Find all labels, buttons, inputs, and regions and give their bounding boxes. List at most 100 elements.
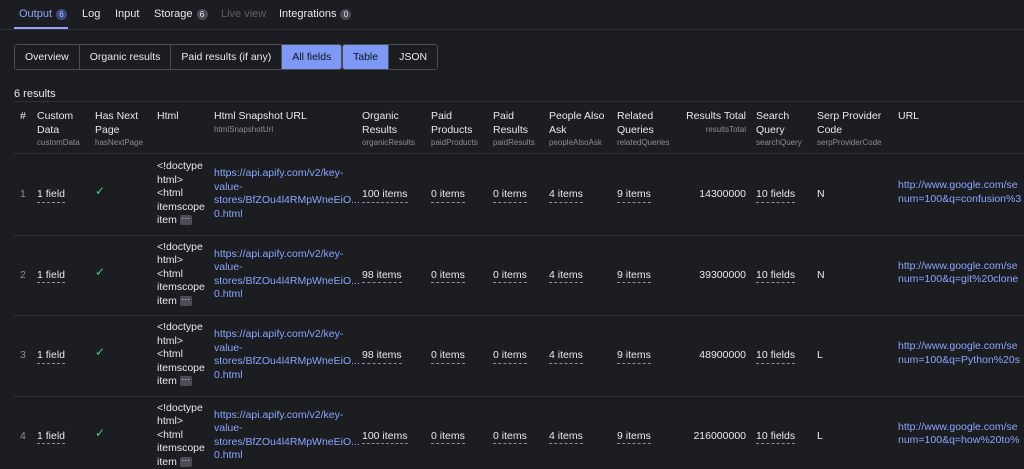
column-header-label: Code <box>817 124 842 136</box>
results-total-value: 48900000 <box>0 349 746 363</box>
results-count: 6 results <box>14 88 56 100</box>
view-selector: OverviewOrganic resultsPaid results (if … <box>14 44 342 70</box>
html-preview-line: itemscope <box>157 281 205 293</box>
row-divider <box>14 235 1024 236</box>
serp-provider-code-value: N <box>817 188 825 202</box>
url-link-line: http://www.google.com/se <box>898 179 1018 191</box>
column-header-field-name: hasNextPage <box>95 138 143 147</box>
html-preview-line: item <box>157 295 177 307</box>
column-header-field-name: paidResults <box>493 138 535 147</box>
tab-live-view: Live view <box>221 8 266 20</box>
table-divider <box>14 153 1024 154</box>
url-link[interactable]: http://www.google.com/se num=100&q=Python… <box>898 340 1024 367</box>
view-button-table[interactable]: Table <box>343 45 389 69</box>
url-link-line: num=100&q=how%20to% <box>898 434 1019 446</box>
html-preview-line: itemscope <box>157 442 205 454</box>
html-snapshot-link-line: 0.html <box>214 369 243 381</box>
html-preview-line: item <box>157 375 177 387</box>
url-link[interactable]: http://www.google.com/senum=100&q=git%20… <box>898 260 1024 287</box>
html-snapshot-link-line: 0.html <box>214 208 243 220</box>
html-preview-line: itemscope <box>157 201 205 213</box>
serp-provider-code-value: L <box>817 349 823 363</box>
html-preview-line: html> <box>157 174 183 186</box>
url-link-line: http://www.google.com/se <box>898 260 1018 272</box>
column-header-field-name: customData <box>37 138 80 147</box>
column-header-label: Query <box>756 124 785 136</box>
searchQuery-value[interactable]: 10 fields <box>756 269 795 284</box>
url-link-line: num=100&q=confusion%3 <box>898 193 1021 205</box>
column-header-searchQuery[interactable]: Search Query <box>756 110 789 137</box>
url-link[interactable]: http://www.google.com/se num=100&q=confus… <box>898 179 1024 206</box>
view-button-paid-results-if-any[interactable]: Paid results (if any) <box>171 45 282 69</box>
html-preview-line: <!doctype <box>157 321 203 333</box>
html-snapshot-link-line: 0.html <box>214 449 243 461</box>
view-button-json[interactable]: JSON <box>389 45 437 69</box>
tab-integrations[interactable]: Integrations0 <box>279 8 351 20</box>
html-snapshot-link-line: https://api.apify.com/v2/key- <box>214 328 343 340</box>
html-preview-line: <!doctype <box>157 160 203 172</box>
column-header-field-name: peopleAlsoAsk <box>549 138 602 147</box>
column-header-field-name: searchQuery <box>756 138 802 147</box>
url-link-line: num=100&q=Python%20s <box>898 354 1020 366</box>
tab-label: Integrations <box>279 8 336 20</box>
html-preview-line: item <box>157 214 177 226</box>
tab-storage[interactable]: Storage 6 <box>154 8 208 20</box>
html-preview-line: item <box>157 456 177 468</box>
tab-count-badge: 6 <box>197 9 208 20</box>
column-header-label: Results Total <box>686 110 746 122</box>
tab-output[interactable]: Output 6 <box>19 8 67 20</box>
html-preview-line: <!doctype <box>157 402 203 414</box>
serp-provider-code-value: N <box>817 269 825 283</box>
url-link[interactable]: http://www.google.com/senum=100&q=how%20… <box>898 421 1024 448</box>
column-header-label: Serp Provider <box>817 110 881 122</box>
tab-count-badge: 6 <box>56 9 67 20</box>
table-divider <box>14 101 1024 102</box>
column-header-field-name: relatedQueries <box>617 138 669 147</box>
searchQuery-value[interactable]: 10 fields <box>756 430 795 445</box>
column-header-field-name: serpProviderCode <box>817 138 881 147</box>
tab-log[interactable]: Log <box>82 8 100 20</box>
searchQuery-value[interactable]: 10 fields <box>756 188 795 203</box>
tab-label: Live view <box>221 8 266 20</box>
html-preview-line: itemscope <box>157 362 205 374</box>
searchQuery-value[interactable]: 10 fields <box>756 349 795 364</box>
results-total-value: 39300000 <box>0 269 746 283</box>
view-button-organic-results[interactable]: Organic results <box>80 45 172 69</box>
serp-provider-code-value: L <box>817 430 823 444</box>
column-header-field-name: organicResults <box>362 138 415 147</box>
active-tab-indicator <box>14 27 68 29</box>
results-total-value: 14300000 <box>0 188 746 202</box>
expand-ellipsis-button[interactable]: ··· <box>180 215 192 225</box>
html-preview-line: html> <box>157 335 183 347</box>
column-header-label: Search <box>756 110 789 122</box>
view-button-all-fields[interactable]: All fields <box>282 45 341 69</box>
format-selector: TableJSON <box>342 44 438 70</box>
column-header-label: URL <box>898 110 919 122</box>
html-preview-line: html> <box>157 254 183 266</box>
column-header-resultsTotal[interactable]: Results Total <box>0 110 746 124</box>
url-link-line: num=100&q=git%20clone <box>898 273 1018 285</box>
column-header-field-name: paidProducts <box>431 138 478 147</box>
url-link-line: http://www.google.com/se <box>898 421 1018 433</box>
html-snapshot-link-line: https://api.apify.com/v2/key- <box>214 248 343 260</box>
tab-input[interactable]: Input <box>115 8 139 20</box>
expand-ellipsis-button[interactable]: ··· <box>180 376 192 386</box>
expand-ellipsis-button[interactable]: ··· <box>180 296 192 306</box>
view-button-overview[interactable]: Overview <box>15 45 80 69</box>
column-header-url[interactable]: URL <box>898 110 919 124</box>
tab-label: Storage <box>154 8 193 20</box>
expand-ellipsis-button[interactable]: ··· <box>180 457 192 467</box>
url-link-line: http://www.google.com/se <box>898 340 1018 352</box>
html-preview-line: html> <box>157 415 183 427</box>
tab-label: Output <box>19 8 52 20</box>
row-divider <box>14 315 1024 316</box>
html-snapshot-link-line: 0.html <box>214 288 243 300</box>
tab-label: Log <box>82 8 100 20</box>
results-total-value: 216000000 <box>0 430 746 444</box>
tab-label: Input <box>115 8 139 20</box>
html-preview-line: <!doctype <box>157 241 203 253</box>
html-snapshot-link-line: https://api.apify.com/v2/key- <box>214 409 343 421</box>
row-divider <box>14 396 1024 397</box>
column-header-serpProviderCode[interactable]: Serp Provider Code <box>817 110 881 137</box>
column-header-field-name: resultsTotal <box>0 125 746 134</box>
